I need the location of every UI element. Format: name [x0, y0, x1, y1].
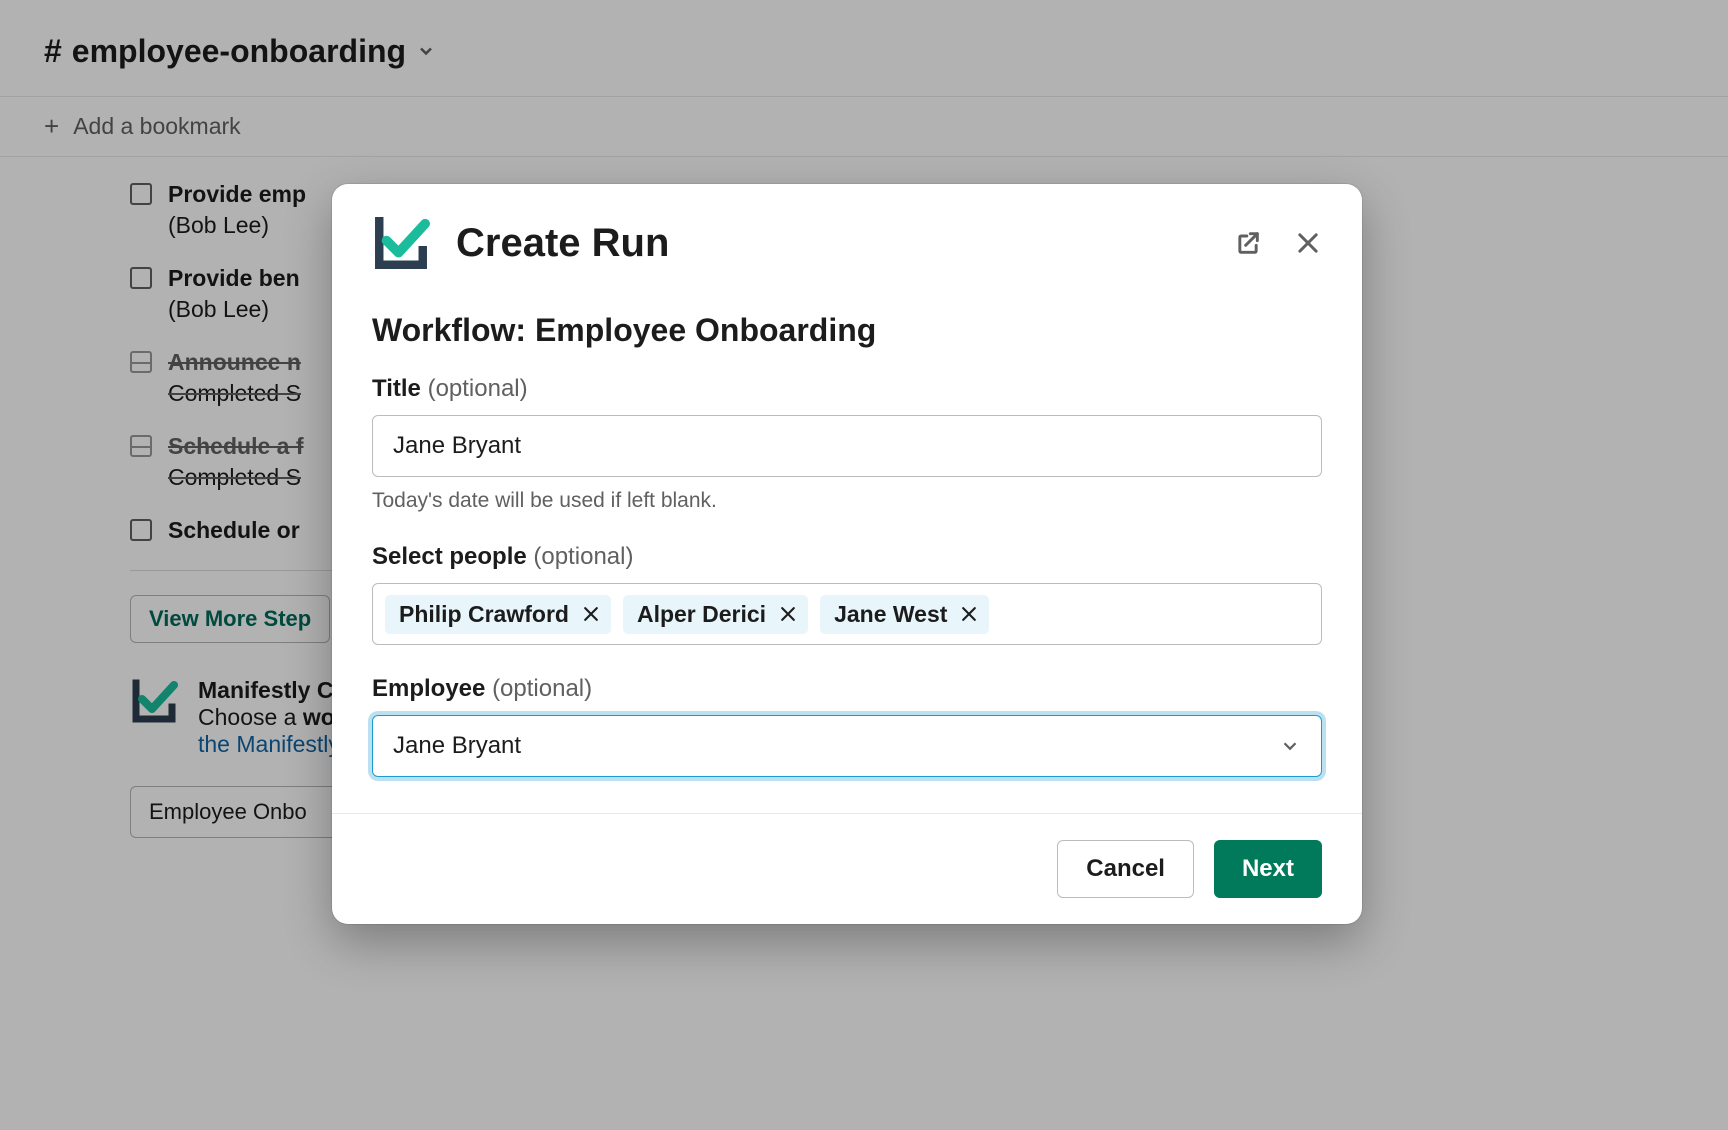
employee-value: Jane Bryant: [393, 732, 521, 760]
modal-title: Create Run: [456, 221, 1234, 266]
employee-select[interactable]: Jane Bryant: [372, 715, 1322, 777]
chip-remove-icon[interactable]: [581, 604, 601, 624]
chip-remove-icon[interactable]: [959, 604, 979, 624]
cancel-button[interactable]: Cancel: [1057, 840, 1194, 898]
manifestly-logo-icon: [372, 214, 430, 272]
people-chip: Alper Derici: [623, 595, 808, 634]
close-icon[interactable]: [1294, 229, 1322, 257]
employee-optional: (optional): [492, 675, 592, 702]
people-chip: Philip Crawford: [385, 595, 611, 634]
chip-label: Alper Derici: [637, 601, 766, 628]
people-multiselect[interactable]: Philip Crawford Alper Derici Jane West: [372, 583, 1322, 645]
employee-label: Employee: [372, 675, 485, 702]
next-button[interactable]: Next: [1214, 840, 1322, 898]
chip-remove-icon[interactable]: [778, 604, 798, 624]
chip-label: Philip Crawford: [399, 601, 569, 628]
title-optional: (optional): [428, 375, 528, 402]
chip-label: Jane West: [834, 601, 947, 628]
title-label: Title: [372, 375, 421, 402]
open-external-icon[interactable]: [1234, 229, 1262, 257]
modal-subtitle: Workflow: Employee Onboarding: [372, 312, 1322, 349]
people-optional: (optional): [533, 543, 633, 570]
people-chip: Jane West: [820, 595, 989, 634]
chevron-down-icon: [1279, 735, 1301, 757]
title-input[interactable]: [372, 415, 1322, 477]
title-helper: Today's date will be used if left blank.: [372, 489, 1322, 513]
people-label: Select people: [372, 543, 527, 570]
create-run-modal: Create Run Workflow: Employee Onboarding…: [332, 184, 1362, 924]
